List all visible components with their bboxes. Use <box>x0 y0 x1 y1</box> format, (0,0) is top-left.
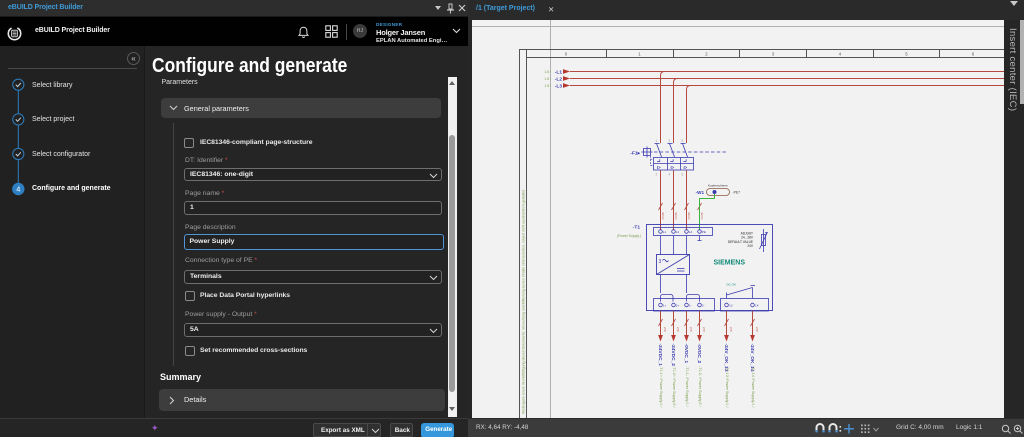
svg-text:2,5²: 2,5² <box>702 327 706 332</box>
svg-text:2,5²: 2,5² <box>676 327 680 332</box>
svg-text:4mm²: 4mm² <box>661 212 665 220</box>
svg-text:5: 5 <box>905 52 908 57</box>
svg-text:-T1:1+ /Power Supply.1 /: -T1:1+ /Power Supply.1 / <box>659 366 663 409</box>
svg-text:Kupferschiene: Kupferschiene <box>708 184 728 188</box>
svg-text:I>: I> <box>684 165 688 170</box>
svg-text:6: 6 <box>972 52 975 57</box>
svg-text:1.8 /: 1.8 / <box>544 70 551 74</box>
svg-text:4: 4 <box>839 52 842 57</box>
svg-text:4mm²: 4mm² <box>674 212 678 220</box>
svg-text:6: 6 <box>682 173 684 177</box>
svg-text:L1: L1 <box>663 230 667 234</box>
svg-text:2,5²: 2,5² <box>689 327 693 332</box>
svg-text:PE: PE <box>702 230 706 234</box>
svg-text:-L3: -L3 <box>555 83 563 89</box>
svg-text:-W1: -W1 <box>696 190 705 195</box>
svg-text:L3: L3 <box>689 230 693 234</box>
svg-text:2: 2 <box>705 52 708 57</box>
svg-text:2,5²: 2,5² <box>755 327 759 332</box>
svg-text:13: 13 <box>729 304 733 308</box>
svg-text:-0VDC_2: -0VDC_2 <box>696 344 702 364</box>
svg-text:-F1▸: -F1▸ <box>630 151 640 157</box>
svg-text:2+: 2+ <box>676 304 680 308</box>
svg-text:-T1:2- /Power Supply.2 /: -T1:2- /Power Supply.2 / <box>698 366 702 408</box>
svg-text:4: 4 <box>669 173 671 177</box>
svg-text:24V: 24V <box>747 244 754 248</box>
svg-text:2: 2 <box>656 173 658 177</box>
svg-text:3: 3 <box>772 52 775 57</box>
svg-text:4mm²: 4mm² <box>700 212 704 220</box>
svg-text:-T1:14 /Power Supply.1 /: -T1:14 /Power Supply.1 / <box>751 366 755 408</box>
svg-text:3: 3 <box>659 259 662 265</box>
svg-text:L2: L2 <box>676 230 680 234</box>
svg-text:DC OK: DC OK <box>727 283 737 287</box>
svg-text:1.8 /: 1.8 / <box>544 77 551 81</box>
svg-text:-T1:2+ /Power Supply.2 /: -T1:2+ /Power Supply.2 / <box>672 366 676 409</box>
svg-text:-0VDC_1: -0VDC_1 <box>683 344 689 364</box>
svg-text:-T1: -T1 <box>633 225 641 231</box>
svg-text:-T1:13 /Power Supply.1 /: -T1:13 /Power Supply.1 / <box>725 366 729 408</box>
svg-text:-L1: -L1 <box>555 69 563 75</box>
svg-text:3: 3 <box>669 139 671 143</box>
svg-text:(Power Supply.): (Power Supply.) <box>617 234 641 238</box>
svg-text:-24VDC_1: -24VDC_1 <box>657 344 663 367</box>
svg-text:1-: 1- <box>689 304 692 308</box>
svg-text:0: 0 <box>565 52 568 57</box>
svg-text:-L2: -L2 <box>555 76 563 82</box>
svg-text:I>: I> <box>657 165 661 170</box>
svg-text:-T1:1- /Power Supply.1 /: -T1:1- /Power Supply.1 / <box>685 366 689 408</box>
svg-text:-24VDC_2: -24VDC_2 <box>670 344 676 367</box>
svg-text:I>: I> <box>671 165 675 170</box>
svg-text:SIEMENS: SIEMENS <box>714 260 746 267</box>
svg-text:1: 1 <box>656 139 658 143</box>
svg-text:2,5²: 2,5² <box>663 327 667 332</box>
svg-text:Weitergabe sowie Vervielfältig: Weitergabe sowie Vervielfältigung dieses… <box>522 190 526 414</box>
svg-text:2-: 2- <box>702 304 705 308</box>
svg-text:4mm²: 4mm² <box>687 212 691 220</box>
svg-text:1+: 1+ <box>663 304 667 308</box>
svg-text:14: 14 <box>755 304 759 308</box>
svg-text:5: 5 <box>682 139 684 143</box>
svg-text:1: 1 <box>638 52 641 57</box>
svg-text:-PE7: -PE7 <box>733 191 741 195</box>
svg-text:4: 4 <box>16 185 20 194</box>
svg-text:1.8 /: 1.8 / <box>544 84 551 88</box>
svg-text:2,5²: 2,5² <box>729 327 733 332</box>
